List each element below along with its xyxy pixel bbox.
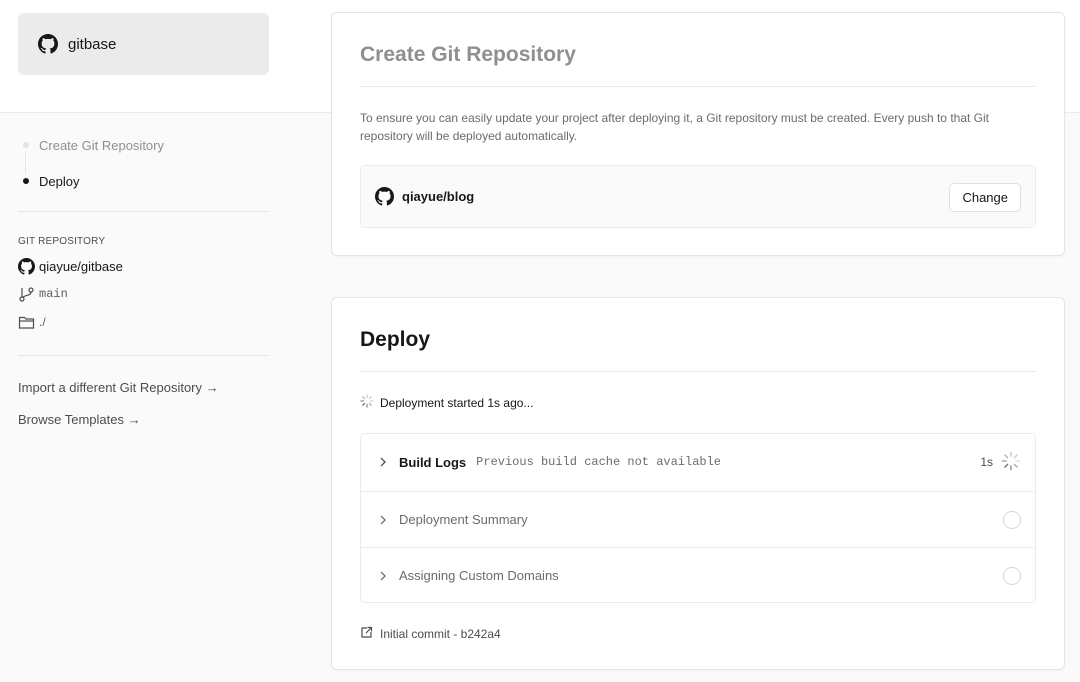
card-title: Create Git Repository xyxy=(360,43,576,66)
deployment-summary-row[interactable]: Deployment Summary xyxy=(361,491,1035,547)
project-name: gitbase xyxy=(68,35,117,53)
step-deploy: Deploy xyxy=(18,172,79,190)
pending-circle-icon xyxy=(1003,566,1021,585)
deployment-status-text: Deployment started 1s ago... xyxy=(380,395,534,410)
deploy-card: Deploy Deployment started 1s ago... Buil… xyxy=(331,297,1065,670)
import-repository-link[interactable]: Import a different Git Repository → xyxy=(18,380,219,395)
title-divider xyxy=(360,371,1036,372)
chevron-right-icon xyxy=(380,457,386,467)
pending-circle-icon xyxy=(1003,510,1021,529)
assigning-custom-domains-row[interactable]: Assigning Custom Domains xyxy=(361,547,1035,603)
repo-name: qiayue/gitbase xyxy=(39,258,123,274)
external-link-icon xyxy=(360,626,373,642)
folder-icon xyxy=(18,314,35,331)
step-dot xyxy=(23,178,29,184)
branch-row: main xyxy=(18,285,269,303)
directory-row: ./ xyxy=(18,313,269,331)
spinner-icon xyxy=(1001,451,1021,474)
assigning-custom-domains-label: Assigning Custom Domains xyxy=(399,568,559,583)
chevron-right-icon xyxy=(380,515,386,524)
git-repository-info: GIT REPOSITORY qiayue/gitbase main ./ xyxy=(18,236,269,331)
browse-templates-link[interactable]: Browse Templates → xyxy=(18,412,141,427)
deployment-summary-label: Deployment Summary xyxy=(399,512,528,527)
sidebar-divider xyxy=(18,355,269,356)
branch-name: main xyxy=(39,287,68,301)
build-logs-status: 1s xyxy=(980,434,1021,490)
chevron-right-icon xyxy=(380,571,386,580)
build-duration: 1s xyxy=(980,455,993,469)
card-title: Deploy xyxy=(360,328,431,351)
title-divider xyxy=(360,86,1036,87)
project-card[interactable]: gitbase xyxy=(18,13,269,75)
step-label: Deploy xyxy=(39,173,80,189)
repo-row[interactable]: qiayue/gitbase xyxy=(18,257,269,275)
build-logs-label: Build Logs xyxy=(399,454,467,470)
change-repository-button[interactable]: Change xyxy=(949,183,1021,212)
create-git-repository-card: Create Git Repository To ensure you can … xyxy=(331,12,1065,256)
github-icon xyxy=(38,34,58,54)
build-logs-message: Previous build cache not available xyxy=(476,455,722,469)
github-icon xyxy=(375,187,394,206)
step-connector xyxy=(25,152,26,174)
github-icon xyxy=(18,257,35,275)
directory-path: ./ xyxy=(39,315,46,329)
build-logs-row[interactable]: Build Logs Previous build cache not avai… xyxy=(361,434,1035,490)
commit-message: Initial commit - b242a4 xyxy=(380,627,501,641)
card-description: To ensure you can easily update your pro… xyxy=(360,111,989,143)
selected-repo-name: qiayue/blog xyxy=(402,189,475,204)
section-title: GIT REPOSITORY xyxy=(18,236,106,247)
commit-link[interactable]: Initial commit - b242a4 xyxy=(360,626,501,642)
git-branch-icon xyxy=(18,286,35,303)
step-label: Create Git Repository xyxy=(39,137,164,153)
step-create-git-repository: Create Git Repository xyxy=(18,136,164,154)
deployment-steps: Build Logs Previous build cache not avai… xyxy=(360,433,1036,603)
selected-repository: qiayue/blog Change xyxy=(360,165,1036,228)
pending-status xyxy=(1003,492,1021,547)
deployment-status: Deployment started 1s ago... xyxy=(360,394,533,411)
pending-status xyxy=(1003,548,1021,603)
step-dot xyxy=(23,142,29,148)
sidebar-divider xyxy=(18,211,269,212)
spinner-icon xyxy=(360,394,374,411)
